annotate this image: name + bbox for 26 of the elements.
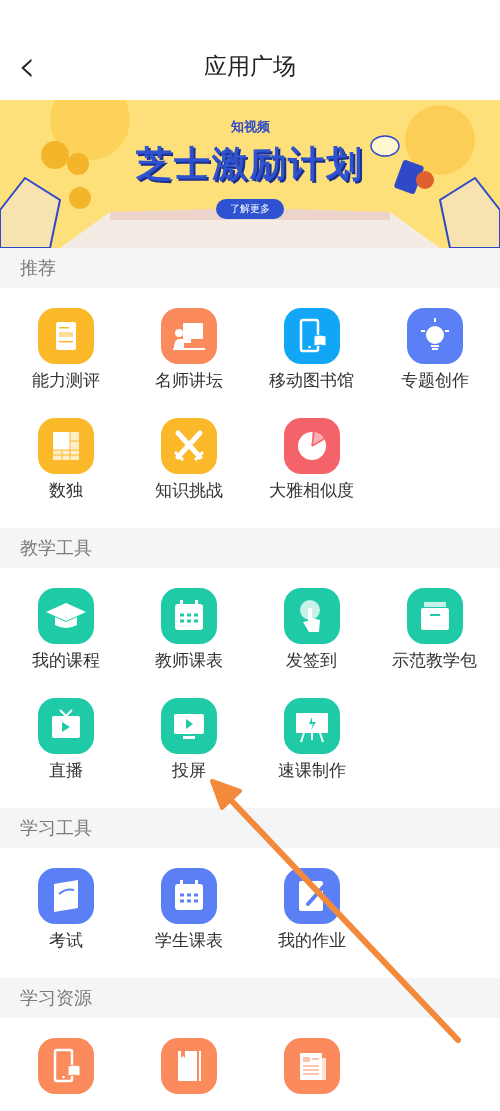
app-tile[interactable]: 教师课表 bbox=[127, 588, 250, 670]
app-tile[interactable]: 发签到 bbox=[250, 588, 373, 670]
app-tile[interactable]: 我的课程 bbox=[4, 588, 127, 670]
app-tile[interactable]: 专题创作 bbox=[373, 308, 496, 390]
section-title: 学习工具 bbox=[0, 808, 500, 848]
back-button[interactable]: ‹ bbox=[12, 46, 42, 86]
app-tile[interactable]: 投屏 bbox=[127, 698, 250, 780]
section-title: 学习资源 bbox=[0, 978, 500, 1018]
app-tile[interactable]: 能力测评 bbox=[4, 308, 127, 390]
section-title: 教学工具 bbox=[0, 528, 500, 568]
banner-brand: 知视频 bbox=[230, 118, 270, 136]
section-title: 推荐 bbox=[0, 248, 500, 288]
app-tile[interactable]: 大雅相似度 bbox=[250, 418, 373, 500]
app-tile[interactable]: 直播 bbox=[4, 698, 127, 780]
app-tile[interactable]: 考试 bbox=[4, 868, 127, 950]
app-tile[interactable]: 我的作业 bbox=[250, 868, 373, 950]
app-tile[interactable]: 速课制作 bbox=[250, 698, 373, 780]
app-tile[interactable]: 数独 bbox=[4, 418, 127, 500]
app-tile[interactable]: 知识挑战 bbox=[127, 418, 250, 500]
learn-more-button[interactable]: 了解更多 bbox=[216, 199, 284, 219]
app-tile[interactable]: 示范教学包 bbox=[373, 588, 496, 670]
banner-headline: 芝士激励计划 bbox=[136, 142, 364, 186]
app-tile[interactable]: 名师讲坛 bbox=[127, 308, 250, 390]
app-tile[interactable]: 学生课表 bbox=[127, 868, 250, 950]
page-title: 应用广场 bbox=[204, 52, 296, 81]
app-tile[interactable]: 移动图书馆 bbox=[250, 308, 373, 390]
